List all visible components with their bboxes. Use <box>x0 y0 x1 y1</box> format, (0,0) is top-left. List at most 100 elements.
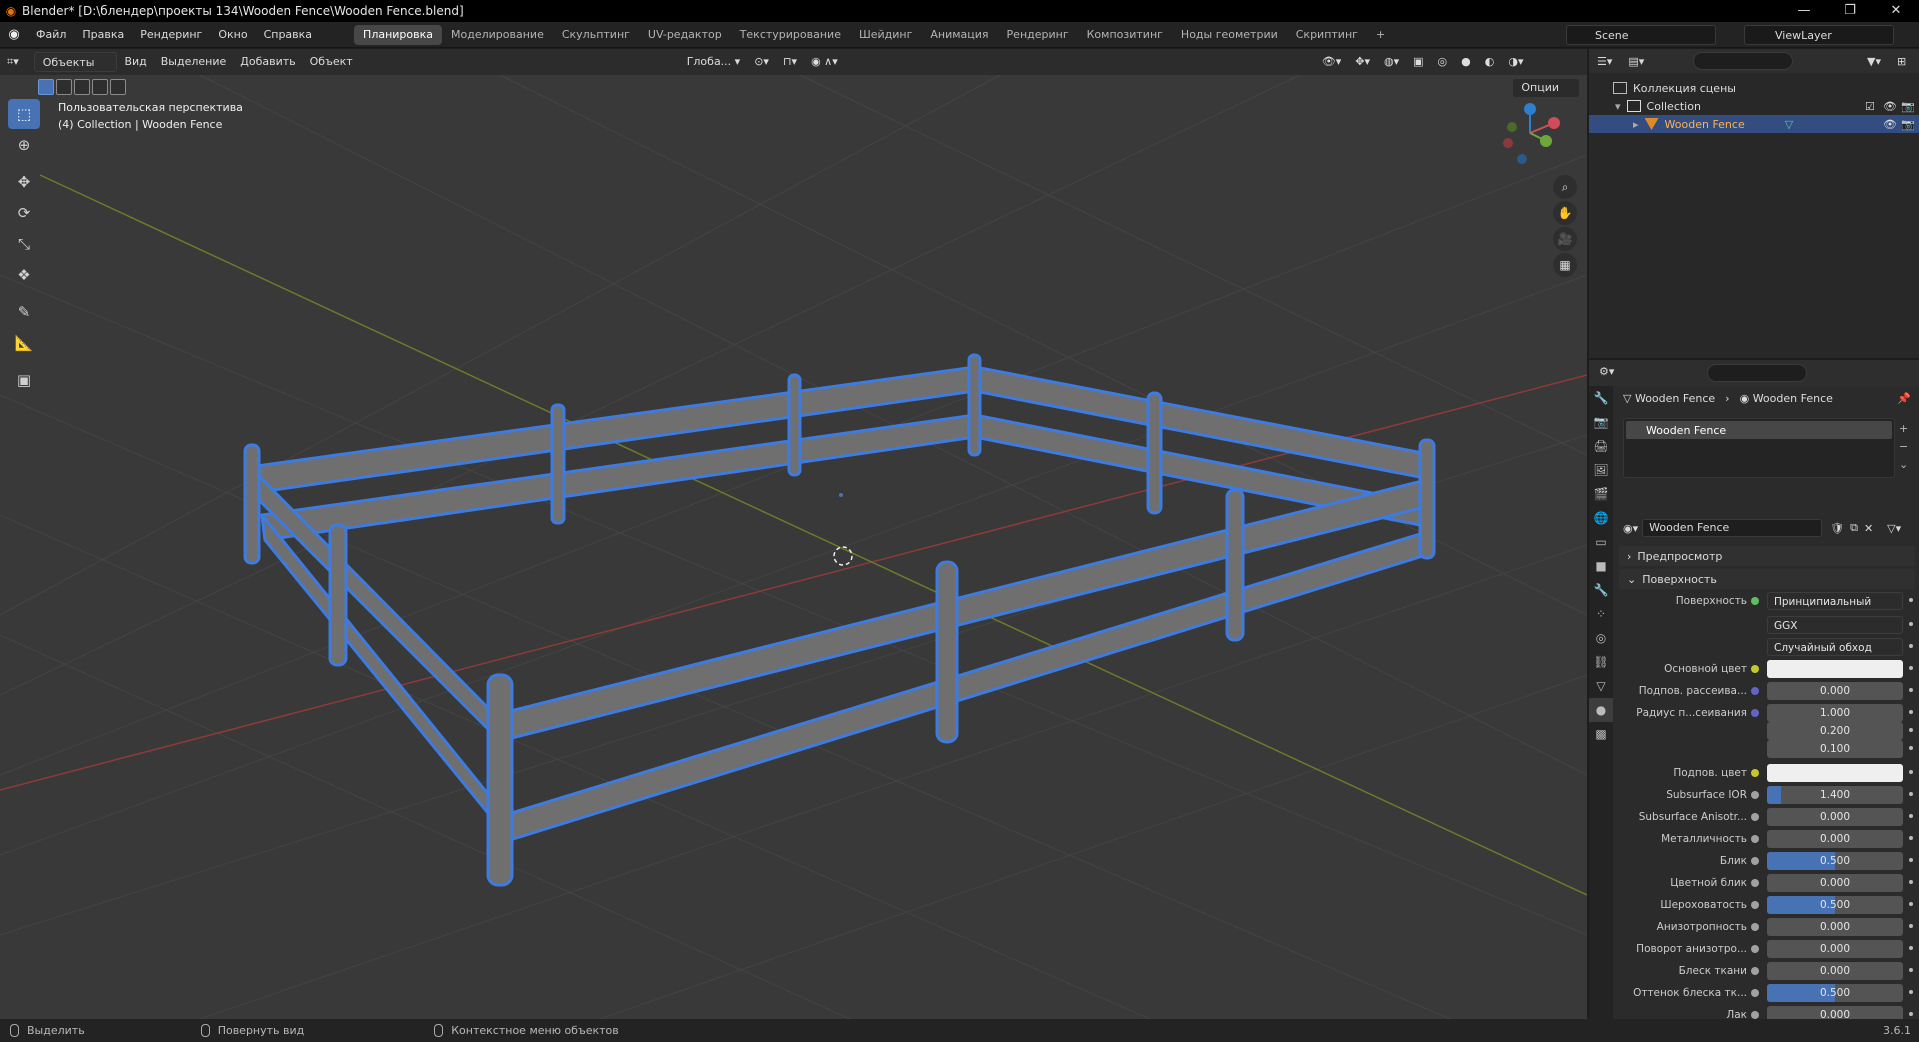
number-field[interactable]: 0.000 <box>1767 808 1903 826</box>
menu-file[interactable]: Файл <box>28 22 74 48</box>
view-layer-tab-icon[interactable]: 🖼 <box>1589 458 1613 482</box>
new-collection-icon[interactable]: ⊞ <box>1897 55 1906 68</box>
zoom-icon[interactable]: ⌕ <box>1553 175 1577 199</box>
snap-icon[interactable]: ⊓▾ <box>776 52 804 72</box>
menu-help[interactable]: Справка <box>256 22 320 48</box>
keyframe-dot-icon[interactable] <box>1909 598 1913 602</box>
number-field[interactable]: 0.000 <box>1767 830 1903 848</box>
keyframe-dot-icon[interactable] <box>1909 746 1913 750</box>
menu-add[interactable]: Добавить <box>233 52 302 72</box>
number-field[interactable]: 0.000 <box>1767 682 1903 700</box>
keyframe-dot-icon[interactable] <box>1909 946 1913 950</box>
keyframe-dot-icon[interactable] <box>1909 814 1913 818</box>
keyframe-dot-icon[interactable] <box>1909 880 1913 884</box>
tab-modeling[interactable]: Моделирование <box>442 25 553 45</box>
visibility-icon[interactable]: 👁▾ <box>1315 52 1349 72</box>
remove-slot-button[interactable]: − <box>1899 438 1908 456</box>
material-slot-list[interactable]: Wooden Fence <box>1623 418 1895 478</box>
duplicate-material-icon[interactable]: ⧉ <box>1850 521 1858 535</box>
properties-editor-icon[interactable]: ⚙▾ <box>1599 365 1614 378</box>
socket-icon[interactable] <box>1751 813 1759 821</box>
collection-tab-icon[interactable]: ▭ <box>1589 530 1613 554</box>
tab-scripting[interactable]: Скриптинг <box>1287 25 1367 45</box>
select-intersect-icon[interactable] <box>110 79 126 95</box>
annotate-tool-icon[interactable]: ✎ <box>8 297 40 327</box>
material-tab-icon[interactable]: ● <box>1589 698 1613 722</box>
socket-icon[interactable] <box>1751 923 1759 931</box>
options-dropdown[interactable]: Опции <box>1513 79 1579 97</box>
tab-animation[interactable]: Анимация <box>921 25 997 45</box>
socket-icon[interactable] <box>1751 709 1759 717</box>
tab-texture-paint[interactable]: Текстурирование <box>731 25 850 45</box>
outliner-row-wooden-fence[interactable]: ▸ Wooden Fence ▽ 👁 📷 <box>1589 115 1919 133</box>
tab-layout[interactable]: Планировка <box>354 24 443 45</box>
3d-viewport[interactable]: ⌗▾ Объекты Вид Выделение Добавить Объект… <box>0 49 1587 1019</box>
socket-icon[interactable] <box>1751 945 1759 953</box>
number-field[interactable]: 1.000 <box>1767 704 1903 722</box>
gizmo-x-icon[interactable] <box>1548 117 1560 129</box>
material-name-field[interactable]: Wooden Fence <box>1642 519 1823 537</box>
modifier-tab-icon[interactable]: 🔧 <box>1589 578 1613 602</box>
number-field[interactable]: 0.100 <box>1767 740 1903 758</box>
cursor-tool-icon[interactable]: ⊕ <box>8 130 40 160</box>
shading-material-icon[interactable]: ◐ <box>1478 52 1502 72</box>
select-box-tool-icon[interactable]: ⬚ <box>8 99 40 129</box>
render-camera-icon[interactable]: 📷 <box>1901 118 1915 131</box>
outliner-row-scene-collection[interactable]: Коллекция сцены <box>1589 79 1919 97</box>
socket-icon[interactable] <box>1751 879 1759 887</box>
add-workspace-button[interactable]: + <box>1367 25 1394 45</box>
view-layer-selector[interactable]: ViewLayer <box>1744 25 1894 45</box>
transform-orientation-dropdown[interactable]: Глоба... ▾ <box>680 52 748 72</box>
output-tab-icon[interactable]: 🖨 <box>1589 434 1613 458</box>
keyframe-dot-icon[interactable] <box>1909 666 1913 670</box>
keyframe-dot-icon[interactable] <box>1909 924 1913 928</box>
keyframe-dot-icon[interactable] <box>1909 792 1913 796</box>
object-tab-icon[interactable]: ■ <box>1589 554 1613 578</box>
expand-arrow-icon[interactable]: ▸ <box>1633 118 1639 131</box>
render-camera-icon[interactable]: 📷 <box>1901 100 1915 113</box>
socket-icon[interactable] <box>1751 835 1759 843</box>
add-cube-tool-icon[interactable]: ▣ <box>8 365 40 395</box>
constraints-tab-icon[interactable]: ⛓ <box>1589 650 1613 674</box>
socket-icon[interactable] <box>1751 665 1759 673</box>
keyframe-dot-icon[interactable] <box>1909 968 1913 972</box>
mode-selector[interactable]: Объекты <box>33 52 118 72</box>
exclude-checkbox-icon[interactable]: ☑ <box>1865 100 1875 113</box>
pivot-point-icon[interactable]: ⊙▾ <box>747 52 776 72</box>
number-field[interactable]: 0.000 <box>1767 940 1903 958</box>
slot-specials-icon[interactable]: ⌄ <box>1899 456 1908 474</box>
gizmo-toggle-icon[interactable]: ✥▾ <box>1348 52 1377 72</box>
enum-dropdown[interactable]: Случайный обход <box>1767 638 1903 656</box>
gizmo-y-icon[interactable] <box>1540 135 1552 147</box>
data-tab-icon[interactable]: ▽ <box>1589 674 1613 698</box>
minimize-button[interactable]: — <box>1781 0 1827 22</box>
menu-edit[interactable]: Правка <box>74 22 132 48</box>
blender-menu-icon[interactable]: ◉ <box>0 27 28 42</box>
tab-uv-editing[interactable]: UV-редактор <box>639 25 731 45</box>
preview-panel-header[interactable]: › Предпросмотр <box>1619 546 1915 566</box>
number-field[interactable]: 1.400 <box>1767 786 1903 804</box>
material-slot-item[interactable]: Wooden Fence <box>1626 421 1892 439</box>
material-browse-icon[interactable]: ◉▾ <box>1623 522 1638 535</box>
keyframe-dot-icon[interactable] <box>1909 728 1913 732</box>
number-field[interactable]: 0.500 <box>1767 852 1903 870</box>
enum-dropdown[interactable]: GGX <box>1767 616 1903 634</box>
particles-tab-icon[interactable]: ⁘ <box>1589 602 1613 626</box>
keyframe-dot-icon[interactable] <box>1909 1012 1913 1016</box>
viewport-scene[interactable] <box>0 75 1587 1019</box>
keyframe-dot-icon[interactable] <box>1909 688 1913 692</box>
select-invert-icon[interactable] <box>92 79 108 95</box>
number-field[interactable]: 0.000 <box>1767 918 1903 936</box>
pin-icon[interactable]: 📌 <box>1897 392 1911 405</box>
rotate-tool-icon[interactable]: ⟳ <box>8 198 40 228</box>
socket-icon[interactable] <box>1751 597 1759 605</box>
keyframe-dot-icon[interactable] <box>1909 710 1913 714</box>
scale-tool-icon[interactable]: ⤡ <box>8 229 40 259</box>
wooden-fence-object[interactable] <box>243 353 1436 887</box>
overlay-toggle-icon[interactable]: ◍▾ <box>1377 52 1406 72</box>
number-field[interactable]: 0.500 <box>1767 896 1903 914</box>
shading-rendered-icon[interactable]: ◑▾ <box>1501 52 1530 72</box>
tab-sculpting[interactable]: Скульптинг <box>553 25 639 45</box>
add-slot-button[interactable]: + <box>1899 420 1908 438</box>
socket-icon[interactable] <box>1751 901 1759 909</box>
